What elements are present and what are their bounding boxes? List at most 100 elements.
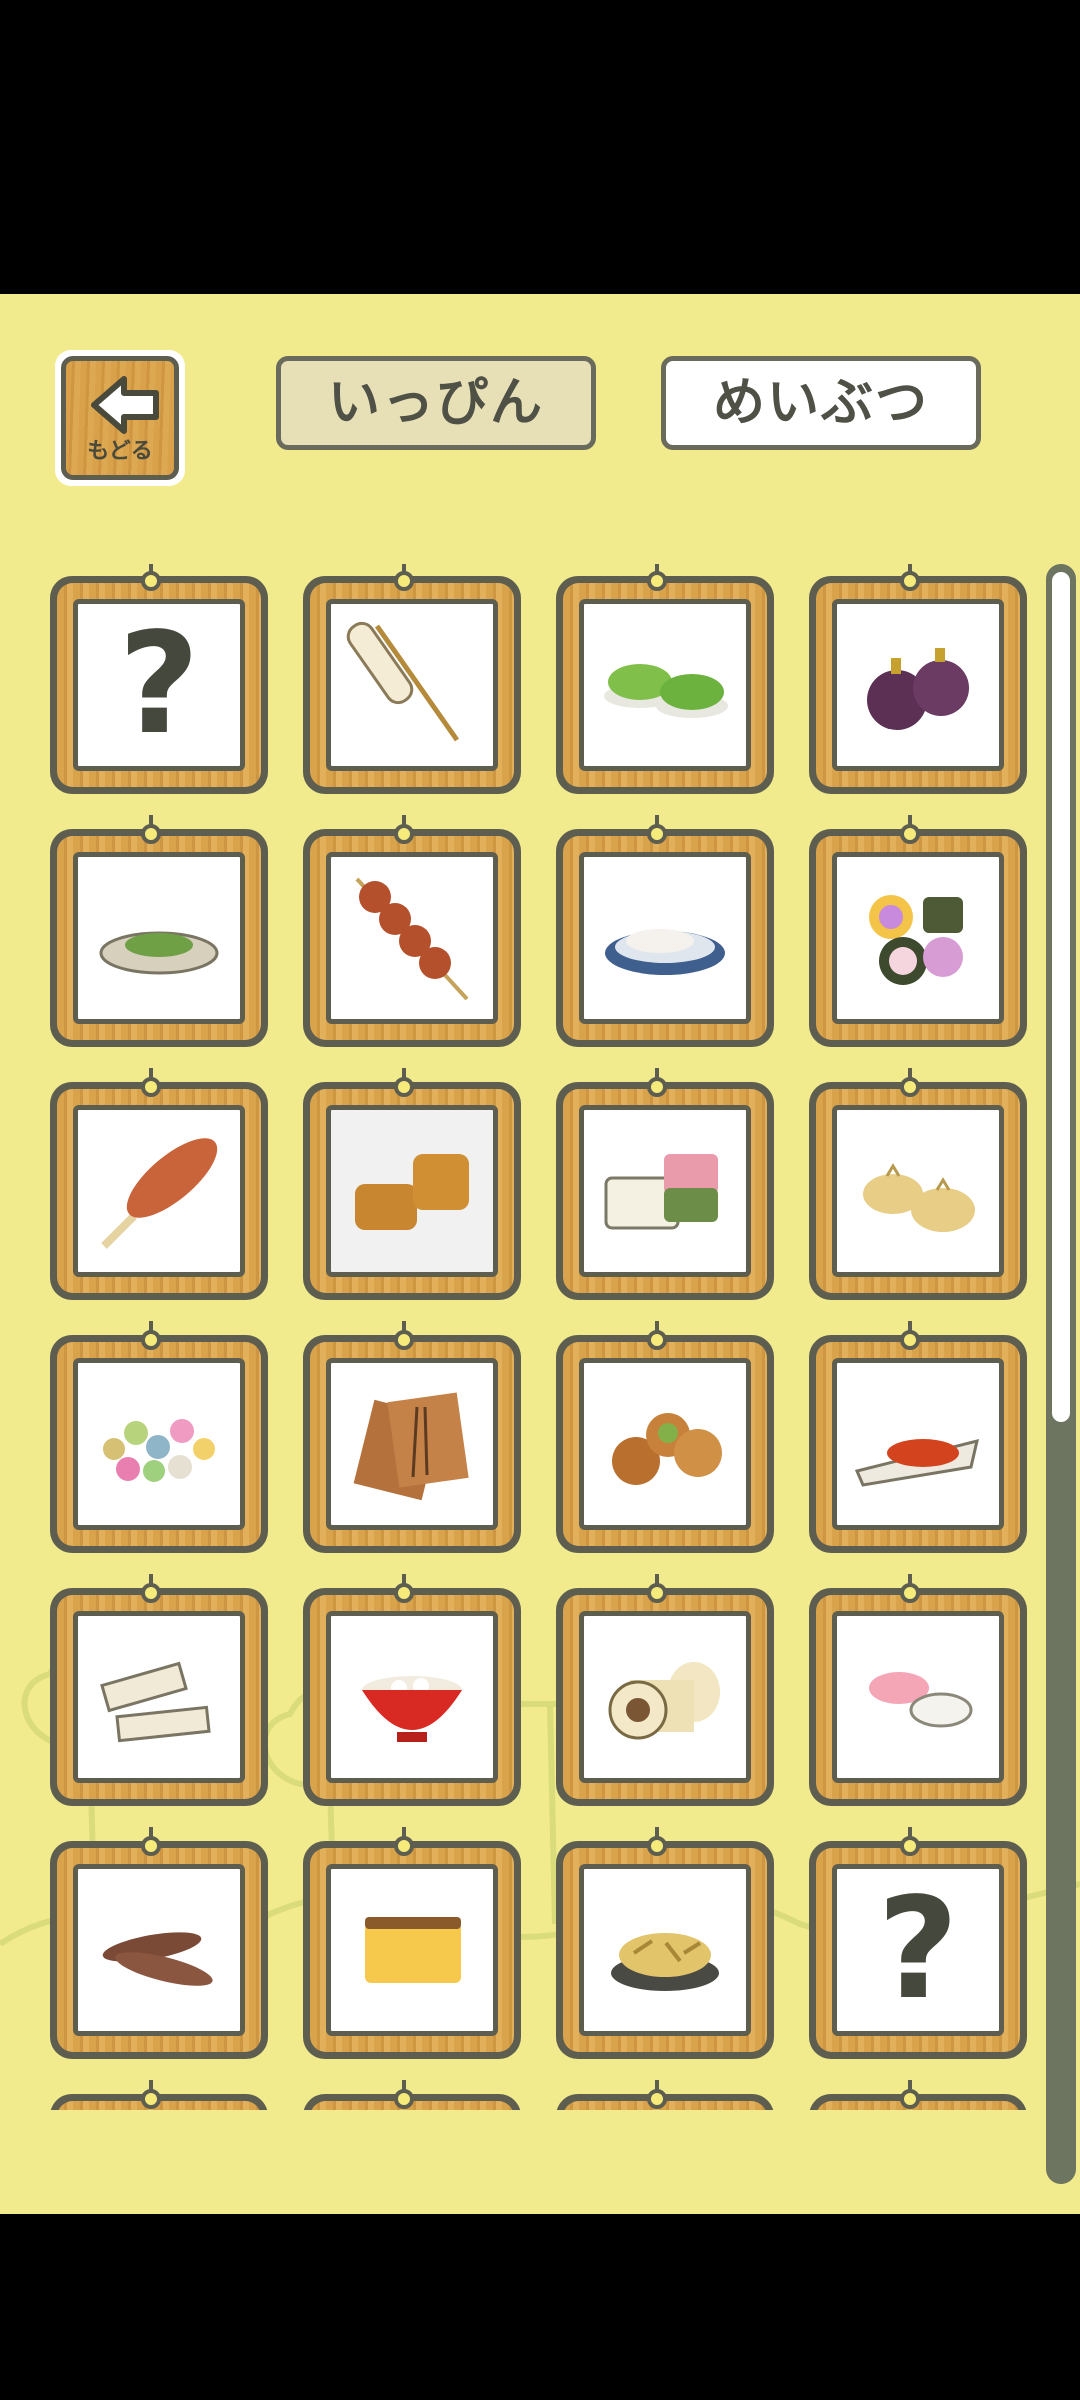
- card-hook-icon: [644, 1068, 670, 1098]
- item-card[interactable]: [50, 815, 268, 1047]
- tab-ippin[interactable]: いっぴん: [276, 356, 596, 450]
- layered-yokan-icon: [590, 1114, 740, 1268]
- item-grid: ??: [50, 564, 1030, 2110]
- item-card[interactable]: ?: [809, 1827, 1027, 2059]
- scrollbar[interactable]: [1046, 564, 1076, 2184]
- card-hook-icon: [897, 1321, 923, 1351]
- item-card[interactable]: [556, 564, 774, 794]
- back-button[interactable]: もどる: [55, 350, 185, 486]
- senbei-packet-icon: [337, 1367, 487, 1521]
- card-hook-icon: [391, 564, 417, 592]
- item-card[interactable]: [809, 2080, 1027, 2110]
- card-mat: [326, 1864, 498, 2036]
- roll-cake-icon: [590, 1620, 740, 1774]
- brown-square-sweets-icon: [337, 1114, 487, 1268]
- flower-wagashi-icon: [843, 1620, 993, 1774]
- scrollbar-thumb[interactable]: [1052, 572, 1070, 1422]
- castella-cake-icon: [337, 1873, 487, 2027]
- item-card[interactable]: [809, 1068, 1027, 1300]
- item-card[interactable]: [556, 815, 774, 1047]
- item-card[interactable]: [556, 1068, 774, 1300]
- card-mat: [832, 1358, 1004, 1530]
- grilled-corn-dog-icon: [84, 1114, 234, 1268]
- card-hook-icon: [644, 1827, 670, 1857]
- card-hook-icon: [391, 815, 417, 845]
- item-card[interactable]: [50, 2080, 268, 2110]
- card-frame: [563, 1595, 767, 1799]
- card-frame: [816, 1342, 1020, 1546]
- card-frame: [310, 1848, 514, 2052]
- screen: もどる いっぴん めいぶつ ??: [0, 0, 1080, 2400]
- item-card[interactable]: [303, 564, 521, 794]
- red-soup-bowl-icon: [337, 1620, 487, 1774]
- item-card[interactable]: [50, 1068, 268, 1300]
- unknown-item-icon: ?: [118, 603, 200, 766]
- item-card[interactable]: [50, 1827, 268, 2059]
- card-frame: [816, 583, 1020, 787]
- card-frame: [310, 1342, 514, 1546]
- item-card[interactable]: [303, 1574, 521, 1806]
- card-mat: [326, 852, 498, 1024]
- item-card[interactable]: [303, 2080, 521, 2110]
- card-mat: [73, 1358, 245, 1530]
- item-card[interactable]: [303, 1827, 521, 2059]
- item-card[interactable]: [809, 1574, 1027, 1806]
- card-hook-icon: [391, 1827, 417, 1857]
- card-hook-icon: [391, 2080, 417, 2110]
- card-frame: [310, 1595, 514, 1799]
- pickles-plate-icon: [84, 861, 234, 1015]
- round-manju-icon: [590, 1367, 740, 1521]
- card-mat: [326, 1358, 498, 1530]
- back-arrow-icon: [91, 376, 159, 434]
- card-frame: [57, 1089, 261, 1293]
- item-card[interactable]: [50, 1321, 268, 1553]
- card-hook-icon: [644, 1321, 670, 1351]
- card-frame: [310, 836, 514, 1040]
- back-button-plate: もどる: [61, 356, 179, 480]
- card-mat: [579, 852, 751, 1024]
- card-mat: [73, 1105, 245, 1277]
- item-card[interactable]: [303, 815, 521, 1047]
- item-card[interactable]: ?: [50, 564, 268, 794]
- card-mat: [832, 1611, 1004, 1783]
- card-hook-icon: [644, 564, 670, 592]
- tab-meibutsu[interactable]: めいぶつ: [661, 356, 981, 450]
- item-card[interactable]: [50, 1574, 268, 1806]
- card-hook-icon: [897, 564, 923, 592]
- item-card[interactable]: [303, 1068, 521, 1300]
- sliced-fish-plate-icon: [590, 861, 740, 1015]
- item-card[interactable]: [556, 1574, 774, 1806]
- card-hook-icon: [391, 1321, 417, 1351]
- card-hook-icon: [391, 1068, 417, 1098]
- card-hook-icon: [138, 1068, 164, 1098]
- card-hook-icon: [138, 815, 164, 845]
- card-mat: [73, 1611, 245, 1783]
- card-mat: ?: [832, 1864, 1004, 2036]
- card-hook-icon: [897, 1827, 923, 1857]
- card-mat: [326, 1611, 498, 1783]
- card-hook-icon: [138, 1827, 164, 1857]
- card-hook-icon: [644, 2080, 670, 2110]
- colorful-sushi-icon: [843, 861, 993, 1015]
- steamed-buns-icon: [843, 1114, 993, 1268]
- card-hook-icon: [644, 815, 670, 845]
- item-card[interactable]: [809, 564, 1027, 794]
- colorful-candy-balls-icon: [84, 1367, 234, 1521]
- green-mochi-icon: [590, 608, 740, 762]
- card-mat: [73, 852, 245, 1024]
- card-mat: [832, 1105, 1004, 1277]
- item-card[interactable]: [556, 2080, 774, 2110]
- item-card[interactable]: [556, 1827, 774, 2059]
- skewer-stick-icon: [337, 608, 487, 762]
- item-card[interactable]: [809, 1321, 1027, 1553]
- card-frame: ?: [816, 1848, 1020, 2052]
- item-card[interactable]: [303, 1321, 521, 1553]
- card-hook-icon: [897, 1574, 923, 1604]
- card-hook-icon: [897, 1068, 923, 1098]
- card-frame: [57, 1848, 261, 2052]
- item-card[interactable]: [556, 1321, 774, 1553]
- card-hook-icon: [138, 564, 164, 592]
- brown-sticks-icon: [84, 1873, 234, 2027]
- item-card[interactable]: [809, 815, 1027, 1047]
- card-frame: [563, 836, 767, 1040]
